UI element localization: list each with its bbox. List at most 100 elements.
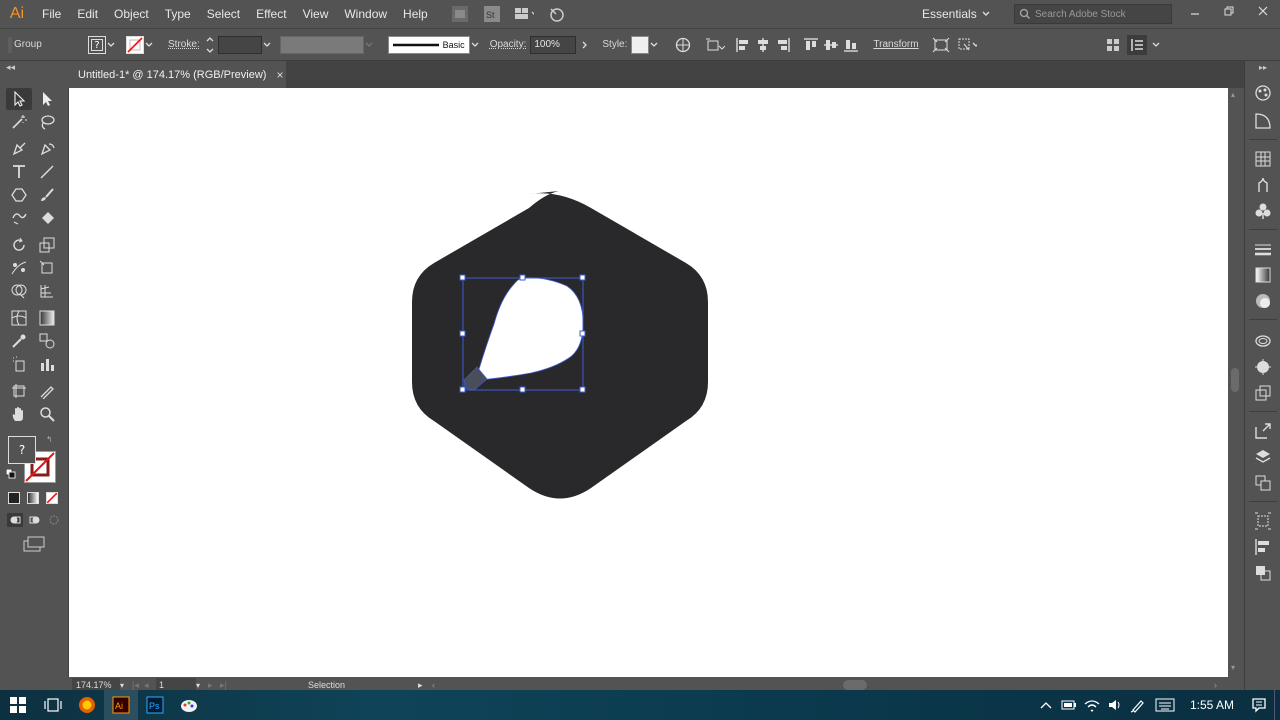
shaper-tool-icon[interactable]: [6, 207, 32, 229]
firefox-icon[interactable]: [70, 690, 104, 720]
handle-bottom-center[interactable]: [519, 386, 526, 393]
free-transform-tool-icon[interactable]: [34, 257, 60, 279]
pathfinder-panel-icon[interactable]: [1253, 563, 1273, 583]
menu-effect[interactable]: Effect: [248, 0, 294, 28]
artboard-canvas[interactable]: [68, 88, 1228, 677]
transform-panel-icon[interactable]: [1253, 511, 1273, 531]
mesh-tool-icon[interactable]: [6, 307, 32, 329]
last-artboard-icon[interactable]: ▸|: [220, 680, 234, 691]
vertical-scroll-thumb[interactable]: [1231, 368, 1239, 392]
puppet-warp-tool-icon[interactable]: [6, 257, 32, 279]
curvature-tool-icon[interactable]: [34, 138, 60, 160]
horizontal-scroll-thumb[interactable]: [843, 680, 867, 690]
draw-normal-mode-icon[interactable]: [7, 513, 23, 527]
scale-tool-icon[interactable]: [34, 234, 60, 256]
align-vertical-center-icon[interactable]: [821, 35, 841, 55]
align-left-icon[interactable]: [733, 35, 753, 55]
export-panel-icon[interactable]: [1253, 421, 1273, 441]
eraser-tool-icon[interactable]: [34, 207, 60, 229]
line-segment-tool-icon[interactable]: [34, 161, 60, 183]
artboards-panel-icon[interactable]: [1253, 473, 1273, 493]
swap-fill-stroke-icon[interactable]: ↰: [46, 435, 53, 444]
align-top-icon[interactable]: [801, 35, 821, 55]
artboard-dropdown-chevron[interactable]: ▾: [196, 681, 208, 690]
task-view-icon[interactable]: [36, 690, 70, 720]
handle-bottom-right[interactable]: [579, 386, 586, 393]
appearance-panel-icon[interactable]: [1253, 331, 1273, 351]
selection-tool[interactable]: [6, 88, 32, 110]
stroke-weight-dropdown[interactable]: [262, 40, 272, 50]
symbols-panel-icon[interactable]: [1253, 201, 1273, 221]
menu-edit[interactable]: Edit: [69, 0, 106, 28]
rotate-tool-icon[interactable]: [6, 234, 32, 256]
show-desktop-button[interactable]: [1274, 690, 1280, 720]
control-panel-menu-icon[interactable]: [1126, 34, 1147, 55]
horizontal-scroll-left[interactable]: ‹: [432, 680, 446, 690]
column-graph-tool-icon[interactable]: [34, 353, 60, 375]
transform-link[interactable]: Transform: [873, 39, 918, 50]
collapse-dock-icon[interactable]: ▸▸: [1253, 61, 1273, 73]
align-horizontal-center-icon[interactable]: [753, 35, 773, 55]
workspace-switcher[interactable]: Essentials: [922, 4, 991, 24]
gradient-mode-button[interactable]: [27, 492, 39, 504]
close-tab-icon[interactable]: ×: [276, 68, 283, 82]
stroke-weight-input[interactable]: [217, 35, 262, 54]
restore-button[interactable]: [1212, 0, 1246, 22]
draw-inside-mode-icon[interactable]: [46, 513, 62, 527]
hand-tool-icon[interactable]: [6, 403, 32, 425]
swatches-panel-icon[interactable]: [1253, 149, 1273, 169]
gpu-performance-icon[interactable]: [546, 4, 566, 24]
handle-bottom-left[interactable]: [459, 386, 466, 393]
stroke-dropdown-chevron[interactable]: [144, 40, 154, 50]
taskbar-clock[interactable]: 1:55 AM: [1180, 698, 1244, 712]
artboard-tool-icon[interactable]: [6, 380, 32, 402]
stroke-swatch[interactable]: [126, 35, 144, 54]
collapse-panel-icon[interactable]: ◂◂: [6, 63, 15, 73]
brush-definition[interactable]: Basic: [387, 35, 470, 54]
symbol-sprayer-tool-icon[interactable]: [6, 353, 32, 375]
width-profile-dropdown[interactable]: [364, 40, 374, 50]
arrange-panels-icon[interactable]: [1103, 35, 1123, 55]
document-tab[interactable]: Untitled-1* @ 174.17% (RGB/Preview) ×: [68, 61, 286, 88]
stock-search-box[interactable]: [1014, 4, 1172, 24]
screen-mode-icon[interactable]: [22, 535, 46, 553]
handle-middle-right[interactable]: [579, 330, 586, 337]
wifi-icon[interactable]: [1081, 690, 1104, 720]
default-fill-stroke-icon[interactable]: [6, 469, 16, 479]
stroke-weight-stepper[interactable]: [206, 35, 216, 55]
direct-selection-tool[interactable]: [34, 88, 60, 110]
handle-top-center[interactable]: [519, 274, 526, 281]
type-tool-icon[interactable]: [6, 161, 32, 183]
stock-search-input[interactable]: [1035, 8, 1165, 20]
minimize-button[interactable]: [1178, 0, 1212, 22]
stock-icon[interactable]: St: [482, 4, 502, 24]
align-bottom-icon[interactable]: [841, 35, 861, 55]
arrange-documents-icon[interactable]: [514, 4, 534, 24]
align-right-icon[interactable]: [773, 35, 793, 55]
none-mode-button[interactable]: [46, 492, 58, 504]
fill-dropdown-chevron[interactable]: [106, 40, 116, 50]
blend-tool-icon[interactable]: [34, 330, 60, 352]
draw-behind-mode-icon[interactable]: [27, 513, 43, 527]
stroke-panel-icon[interactable]: [1253, 239, 1273, 259]
menu-file[interactable]: File: [34, 0, 69, 28]
transform-bounds-icon[interactable]: [931, 35, 951, 55]
photoshop-taskbar-icon[interactable]: Ps: [138, 690, 172, 720]
shape-builder-tool-icon[interactable]: [6, 280, 32, 302]
gradient-panel-icon[interactable]: [1253, 265, 1273, 285]
magic-wand-icon[interactable]: [6, 111, 32, 133]
handle-middle-left[interactable]: [459, 330, 466, 337]
variable-width-profile[interactable]: [279, 35, 364, 54]
stroke-label[interactable]: Stroke:: [168, 39, 200, 50]
menu-object[interactable]: Object: [106, 0, 157, 28]
opacity-flyout-chevron[interactable]: [580, 40, 590, 50]
paint-app-icon[interactable]: [172, 690, 206, 720]
handle-top-left[interactable]: [459, 274, 466, 281]
panel-menu-chevron[interactable]: [1151, 40, 1161, 50]
brush-definition-dropdown[interactable]: [470, 40, 480, 50]
graphic-styles-panel-icon[interactable]: [1253, 357, 1273, 377]
graphic-style-dropdown[interactable]: [649, 40, 659, 50]
color-mode-button[interactable]: [8, 492, 20, 504]
menu-help[interactable]: Help: [395, 0, 436, 28]
slice-tool-icon[interactable]: [34, 380, 60, 402]
